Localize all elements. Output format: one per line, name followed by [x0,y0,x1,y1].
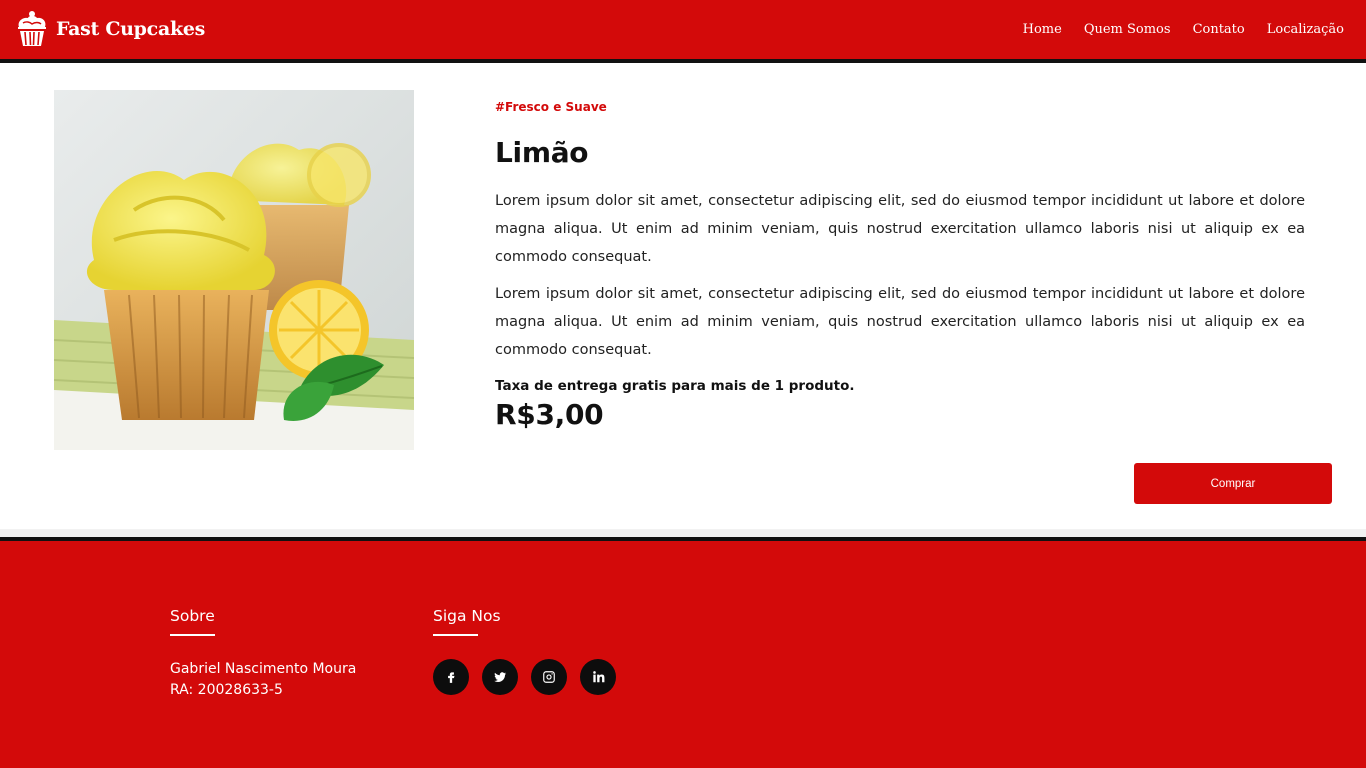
social-underline [433,634,478,636]
cupcake-logo-icon [18,11,46,46]
footer-about: Sobre Gabriel Nascimento Moura RA: 20028… [170,607,356,701]
footer-social: Siga Nos [433,607,616,695]
navbar: Fast Cupcakes Home Quem Somos Contato Lo… [0,0,1366,59]
product-info: #Fresco e Suave Limão Lorem ipsum dolor … [495,100,1305,431]
social-icons [433,659,616,695]
product-price: R$3,00 [495,398,604,431]
nav-localizacao[interactable]: Localização [1267,22,1344,37]
about-text: Gabriel Nascimento Moura RA: 20028633-5 [170,659,356,701]
instagram-button[interactable] [531,659,567,695]
brand[interactable]: Fast Cupcakes [14,10,205,48]
about-heading: Sobre [170,607,215,625]
footer: Sobre Gabriel Nascimento Moura RA: 20028… [0,541,1366,768]
buy-button[interactable]: Comprar [1134,463,1332,504]
footer-gap [0,529,1366,537]
about-underline [170,634,215,636]
facebook-button[interactable] [433,659,469,695]
instagram-icon [543,671,555,683]
author-name: Gabriel Nascimento Moura [170,661,357,677]
twitter-button[interactable] [482,659,518,695]
nav-home[interactable]: Home [1023,22,1062,37]
nav-menu: Home Quem Somos Contato Localização [1023,0,1344,59]
facebook-icon [448,672,455,683]
twitter-icon [494,672,507,683]
author-ra: RA: 20028633-5 [170,682,283,698]
linkedin-icon [593,671,605,683]
product-description-1: Lorem ipsum dolor sit amet, consectetur … [495,193,1305,265]
navbar-divider [0,59,1366,63]
product-tag: #Fresco e Suave [495,100,607,114]
product-description-2: Lorem ipsum dolor sit amet, consectetur … [495,286,1305,358]
nav-quem-somos[interactable]: Quem Somos [1084,22,1171,37]
delivery-note: Taxa de entrega gratis para mais de 1 pr… [495,378,855,394]
linkedin-button[interactable] [580,659,616,695]
product-image [54,90,414,450]
product-title: Limão [495,136,589,169]
brand-name: Fast Cupcakes [56,18,206,40]
nav-contato[interactable]: Contato [1193,22,1245,37]
social-heading: Siga Nos [433,607,501,625]
